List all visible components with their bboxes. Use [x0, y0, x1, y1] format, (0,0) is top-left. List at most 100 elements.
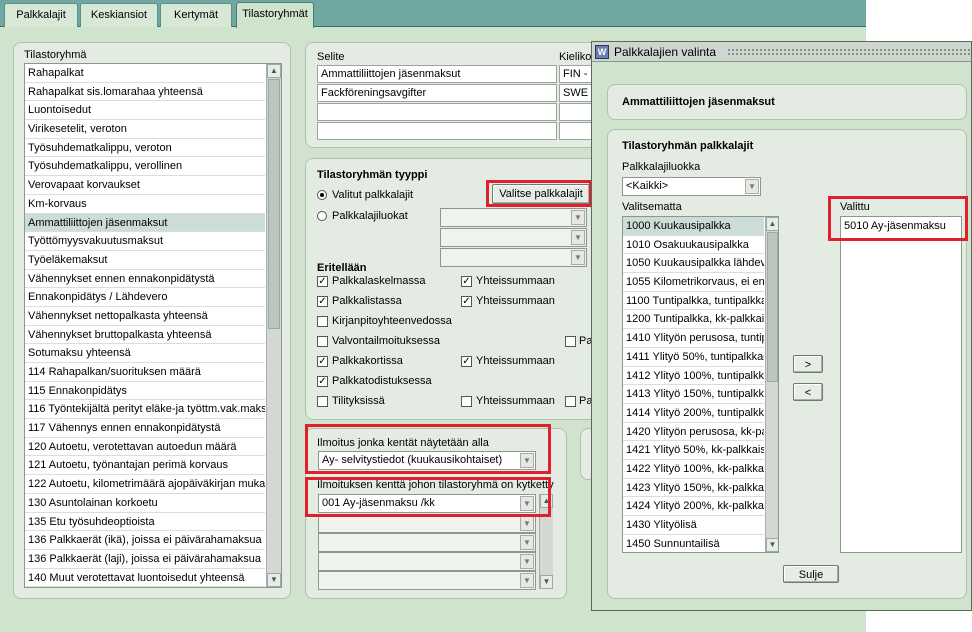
sum-checkbox[interactable]: ✓	[461, 296, 472, 307]
scroll-down-icon[interactable]: ▼	[267, 573, 281, 587]
list-item[interactable]: 1000 Kuukausipalkka	[623, 217, 764, 236]
tab-tilastoryhmat[interactable]: Tilastoryhmät	[236, 2, 314, 28]
radio-valitut-palkkalajit[interactable]	[317, 190, 327, 200]
chevron-down-icon[interactable]: ▼	[571, 230, 585, 245]
list-item[interactable]: 130 Asuntolainan korkoetu	[25, 494, 265, 513]
close-button[interactable]: Sulje	[783, 565, 839, 583]
sum-checkbox[interactable]: ✓	[461, 276, 472, 287]
list-item[interactable]: 140 Muut verotettavat luontoisedut yhtee…	[25, 569, 265, 588]
add-button[interactable]: >	[793, 355, 823, 373]
kentta-combo-3[interactable]: ▼	[318, 533, 536, 552]
luokka-combo-1[interactable]: ▼	[440, 208, 587, 227]
list-item[interactable]: Ammattiliittojen jäsenmaksut	[25, 213, 265, 233]
selite-field-3[interactable]	[317, 103, 557, 121]
pa-checkbox[interactable]	[565, 396, 576, 407]
list-item[interactable]: 136 Palkkaerät (ikä), joissa ei päivärah…	[25, 531, 265, 550]
list-item[interactable]: 117 Vähennys ennen ennakonpidätystä	[25, 419, 265, 438]
chevron-down-icon[interactable]: ▼	[571, 210, 585, 225]
selite-field-1[interactable]: Ammattiliittojen jäsenmaksut	[317, 65, 557, 83]
list-item[interactable]: 114 Rahapalkan/suorituksen määrä	[25, 363, 265, 382]
selite-field-4[interactable]	[317, 122, 557, 140]
sum-checkbox[interactable]	[461, 396, 472, 407]
list-item[interactable]: 122 Autoetu, kilometrimäärä ajopäiväkirj…	[25, 475, 265, 494]
chevron-down-icon[interactable]: ▼	[520, 453, 534, 468]
list-item[interactable]: Vähennykset nettopalkasta yhteensä	[25, 307, 265, 326]
checkbox-4[interactable]: ✓	[317, 356, 328, 367]
list-item[interactable]: 1050 Kuukausipalkka lähdeve	[623, 254, 764, 274]
tilastoryhma-scrollbar[interactable]: ▲ ▼	[266, 64, 281, 587]
list-item[interactable]: Työttömyysvakuutusmaksut	[25, 232, 265, 251]
luokka-combo-2[interactable]: ▼	[440, 228, 587, 247]
checkbox-0[interactable]: ✓	[317, 276, 328, 287]
selite-field-2[interactable]: Fackföreningsavgifter	[317, 84, 557, 102]
chevron-down-icon[interactable]: ▼	[745, 179, 759, 194]
scroll-thumb[interactable]	[767, 232, 778, 382]
kentta-combo-1[interactable]: 001 Ay-jäsenmaksu /kk ▼	[318, 494, 536, 513]
list-item[interactable]: 1411 Ylityö 50%, tuntipalkkais	[623, 348, 764, 367]
kentta-combo-5[interactable]: ▼	[318, 571, 536, 590]
list-item[interactable]: Vähennykset ennen ennakonpidätystä	[25, 270, 265, 289]
list-item[interactable]: Rahapalkat sis.lomarahaa yhteensä	[25, 83, 265, 102]
scroll-up-icon[interactable]: ▲	[267, 64, 281, 78]
list-item[interactable]: 115 Ennakonpidätys	[25, 382, 265, 401]
list-item[interactable]: 1412 Ylityö 100%, tuntipalkkai	[623, 367, 764, 386]
list-item[interactable]: 1055 Kilometrikorvaus, ei enn	[623, 273, 764, 292]
chevron-down-icon[interactable]: ▼	[571, 250, 585, 265]
chevron-down-icon[interactable]: ▼	[520, 496, 534, 511]
list-item[interactable]: 135 Etu työsuhdeoptioista	[25, 513, 265, 532]
ilmoitus-combo[interactable]: Ay- selvitystiedot (kuukausikohtaiset) ▼	[318, 451, 536, 470]
list-item[interactable]: 1421 Ylityö 50%, kk-palkkaise	[623, 441, 764, 460]
list-item[interactable]: 136 Palkkaerät (laji), joissa ei päivära…	[25, 550, 265, 569]
valitse-palkkalajit-button[interactable]: Valitse palkkalajit	[492, 184, 590, 204]
list-item[interactable]: 5010 Ay-jäsenmaksu	[841, 217, 961, 236]
checkbox-1[interactable]: ✓	[317, 296, 328, 307]
list-item[interactable]: Luontoisedut	[25, 101, 265, 121]
list-item[interactable]: 1410 Ylityön perusosa, tuntip	[623, 329, 764, 348]
list-item[interactable]: Vähennykset bruttopalkasta yhteensä	[25, 326, 265, 345]
scroll-thumb[interactable]	[268, 79, 280, 329]
list-item[interactable]: 1100 Tuntipalkka, tuntipalkkais	[623, 292, 764, 311]
list-item[interactable]: 121 Autoetu, työnantajan perimä korvaus	[25, 456, 265, 476]
list-item[interactable]: Ennakonpidätys / Lähdevero	[25, 288, 265, 307]
tab-keskiansiot[interactable]: Keskiansiot	[80, 3, 158, 27]
list-item[interactable]: Työsuhdematkalippu, veroton	[25, 139, 265, 158]
checkbox-5[interactable]: ✓	[317, 376, 328, 387]
sum-checkbox[interactable]: ✓	[461, 356, 472, 367]
list-item[interactable]: Km-korvaus	[25, 195, 265, 214]
scroll-down-icon[interactable]: ▼	[540, 575, 553, 589]
list-item[interactable]: 1424 Ylityö 200%, kk-palkkais	[623, 497, 764, 516]
scroll-down-icon[interactable]: ▼	[766, 538, 778, 552]
chevron-down-icon[interactable]: ▼	[520, 535, 534, 550]
list-item[interactable]: Työeläkemaksut	[25, 251, 265, 270]
list-item[interactable]: Verovapaat korvaukset	[25, 176, 265, 195]
kentta-combo-2[interactable]: ▼	[318, 514, 536, 533]
scroll-up-icon[interactable]: ▲	[540, 494, 553, 508]
list-item[interactable]: 1414 Ylityö 200%, tuntipalkkai	[623, 404, 764, 423]
list-item[interactable]: 120 Autoetu, verotettavan autoedun määrä	[25, 438, 265, 457]
tab-palkkalajit[interactable]: Palkkalajit	[4, 3, 78, 27]
list-item[interactable]: Työsuhdematkalippu, verollinen	[25, 157, 265, 177]
list-item[interactable]: 1413 Ylityö 150%, tuntipalkkai	[623, 385, 764, 404]
checkbox-2[interactable]	[317, 316, 328, 327]
list-item[interactable]: 1200 Tuntipalkka, kk-palkkais	[623, 310, 764, 330]
list-item[interactable]: 1423 Ylityö 150%, kk-palkkais	[623, 479, 764, 498]
kentta-scrollbar[interactable]: ▲ ▼	[539, 494, 553, 589]
chevron-down-icon[interactable]: ▼	[520, 573, 534, 588]
list-item[interactable]: 1420 Ylityön perusosa, kk-palk	[623, 423, 764, 442]
unselected-scrollbar[interactable]: ▲ ▼	[765, 217, 778, 552]
pa-checkbox[interactable]	[565, 336, 576, 347]
dialog-titlebar[interactable]: W Palkkalajien valinta	[592, 42, 971, 62]
checkbox-3[interactable]	[317, 336, 328, 347]
chevron-down-icon[interactable]: ▼	[520, 516, 534, 531]
chevron-down-icon[interactable]: ▼	[520, 554, 534, 569]
list-item[interactable]: 1010 Osakuukausipalkka	[623, 236, 764, 255]
list-item[interactable]: Sotumaksu yhteensä	[25, 344, 265, 363]
remove-button[interactable]: <	[793, 383, 823, 401]
list-item[interactable]: 1430 Ylityölisä	[623, 516, 764, 535]
kentta-combo-4[interactable]: ▼	[318, 552, 536, 571]
tab-kertymat[interactable]: Kertymät	[160, 3, 232, 27]
list-item[interactable]: Rahapalkat	[25, 64, 265, 83]
checkbox-6[interactable]	[317, 396, 328, 407]
list-item[interactable]: 1450 Sunnuntailisä	[623, 535, 764, 552]
list-item[interactable]: Virikesetelit, veroton	[25, 120, 265, 139]
